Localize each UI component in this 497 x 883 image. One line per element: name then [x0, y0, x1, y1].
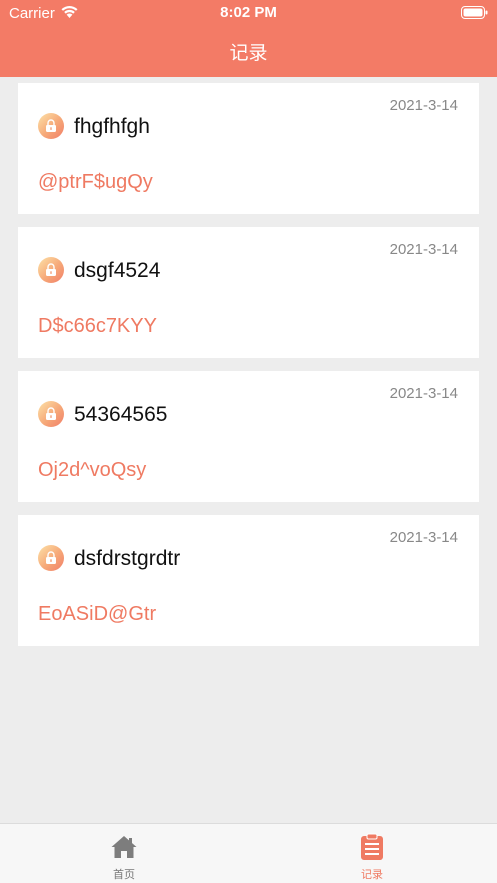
record-password: Oj2d^voQsy [38, 459, 147, 481]
status-bar: Carrier 8:02 PM [0, 0, 497, 26]
battery-icon [461, 6, 488, 19]
record-name: fhgfhfgh [74, 115, 150, 138]
tab-bar: 首页 记录 [0, 823, 497, 883]
tab-home[interactable]: 首页 [62, 824, 186, 883]
record-name: 54364565 [74, 403, 168, 426]
record-card[interactable]: 2021-3-14 54364565 Oj2d^voQsy [18, 371, 479, 502]
record-card[interactable]: 2021-3-14 fhgfhfgh @ptrF$ugQy [18, 83, 479, 214]
record-date: 2021-3-14 [389, 385, 458, 402]
page-title: 记录 [229, 43, 268, 64]
lock-icon [38, 113, 64, 139]
tab-records[interactable]: 记录 [310, 824, 434, 883]
record-date: 2021-3-14 [389, 241, 458, 258]
tab-label: 记录 [361, 869, 383, 881]
record-date: 2021-3-14 [389, 529, 458, 546]
clock: 8:02 PM [220, 4, 277, 21]
home-icon [111, 836, 137, 858]
record-password: @ptrF$ugQy [38, 171, 153, 193]
clipboard-icon [361, 833, 383, 860]
record-card[interactable]: 2021-3-14 dsfdrstgrdtr EoASiD@Gtr [18, 515, 479, 646]
header: Carrier 8:02 PM 记录 [0, 0, 497, 77]
record-password: EoASiD@Gtr [38, 603, 157, 625]
lock-icon [38, 401, 64, 427]
record-name: dsfdrstgrdtr [74, 547, 181, 570]
record-name: dsgf4524 [74, 259, 161, 282]
record-password: D$c66c7KYY [38, 315, 157, 337]
records-list: 2021-3-14 fhgfhfgh @ptrF$ugQy 2021-3-14 … [18, 83, 479, 659]
lock-icon [38, 257, 64, 283]
records-screen: Carrier 8:02 PM 记录 2021-3-14 fhgfhfgh @p… [0, 0, 497, 883]
lock-icon [38, 545, 64, 571]
record-date: 2021-3-14 [389, 97, 458, 114]
record-card[interactable]: 2021-3-14 dsgf4524 D$c66c7KYY [18, 227, 479, 358]
tab-label: 首页 [113, 869, 135, 881]
